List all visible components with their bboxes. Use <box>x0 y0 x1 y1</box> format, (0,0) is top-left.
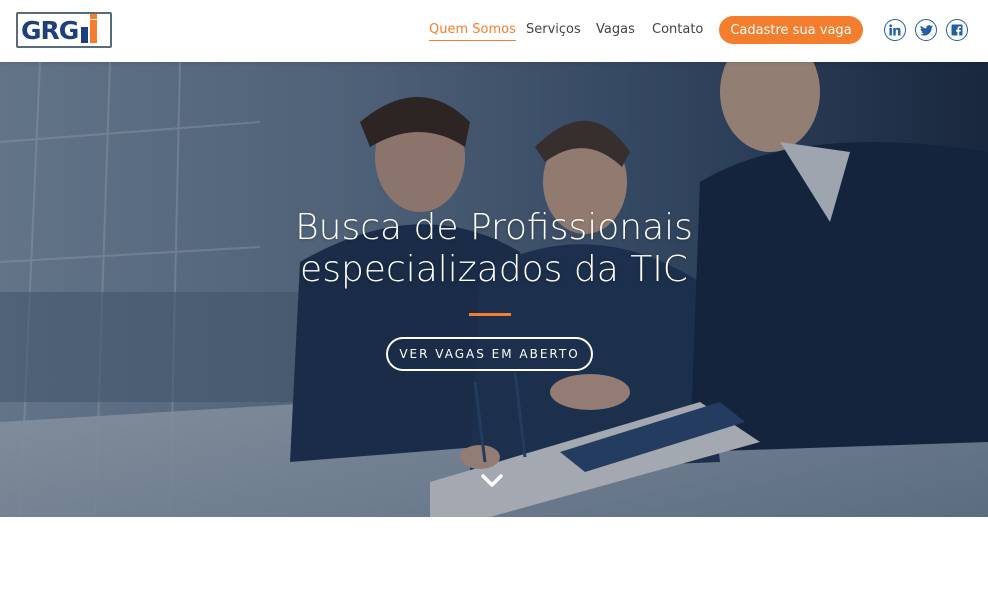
hero-title-line-2: especializados da TIC <box>300 249 688 290</box>
nav-link-servicos[interactable]: Serviços <box>526 22 581 40</box>
hero-title: Busca de Profissionais especializados da… <box>0 207 988 291</box>
nav-link-contato[interactable]: Contato <box>652 22 703 40</box>
facebook-icon[interactable] <box>946 19 968 41</box>
chevron-down-icon[interactable] <box>479 472 505 490</box>
nav-link-vagas[interactable]: Vagas <box>596 22 635 40</box>
hero-title-line-1: Busca de Profissionais <box>295 207 693 248</box>
site-header: GRG Quem Somos Serviços Vagas Contato Ca… <box>0 0 988 62</box>
content-section <box>0 517 988 590</box>
hero-divider <box>469 313 511 316</box>
nav-item-vagas[interactable]: Vagas <box>596 0 635 62</box>
facebook-glyph <box>951 24 963 36</box>
twitter-icon[interactable] <box>915 19 937 41</box>
nav-link-quem-somos[interactable]: Quem Somos <box>429 22 516 41</box>
nav-item-servicos[interactable]: Serviços <box>526 0 581 62</box>
nav-item-contato[interactable]: Contato <box>652 0 703 62</box>
linkedin-glyph <box>889 24 901 36</box>
logo[interactable]: GRG <box>16 12 112 48</box>
linkedin-icon[interactable] <box>884 19 906 41</box>
cadastre-vaga-button[interactable]: Cadastre sua vaga <box>719 16 863 44</box>
ver-vagas-button[interactable]: VER VAGAS EM ABERTO <box>386 337 593 371</box>
logo-mark-icon <box>81 14 105 43</box>
twitter-glyph <box>919 24 933 36</box>
nav-item-quem-somos[interactable]: Quem Somos <box>429 0 516 62</box>
hero-section: Busca de Profissionais especializados da… <box>0 62 988 517</box>
logo-text: GRG <box>21 15 79 45</box>
